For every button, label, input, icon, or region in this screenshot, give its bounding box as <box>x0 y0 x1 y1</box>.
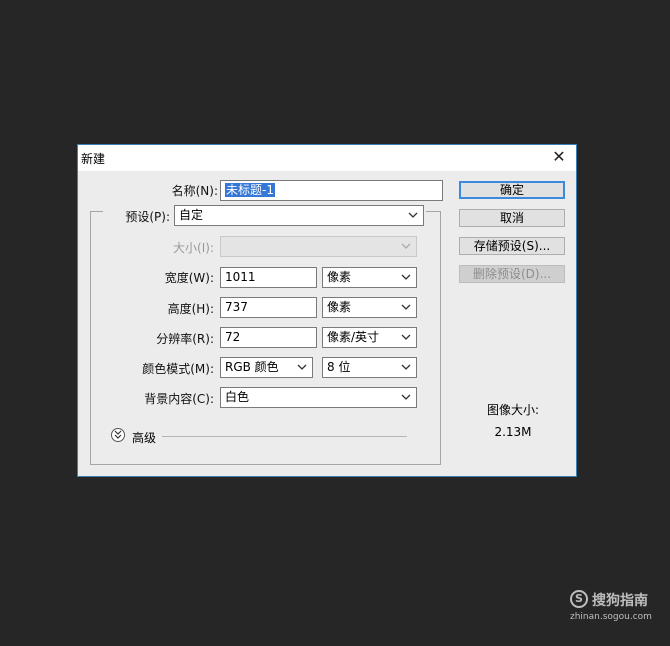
height-input[interactable]: 737 <box>220 297 317 318</box>
preset-select[interactable]: 自定 <box>174 205 424 226</box>
image-size-label: 图像大小: <box>486 403 540 417</box>
bit-depth-value: 8 位 <box>327 360 351 374</box>
dialog-title: 新建 <box>81 152 106 166</box>
height-label: 高度(H): <box>167 302 214 316</box>
background-value: 白色 <box>225 390 250 404</box>
groupbox-border-left <box>90 211 103 212</box>
advanced-divider <box>162 436 407 437</box>
chevron-down-icon <box>401 239 411 253</box>
bit-depth-select[interactable]: 8 位 <box>322 357 417 378</box>
chevron-down-icon <box>401 300 411 314</box>
width-unit-select[interactable]: 像素 <box>322 267 417 288</box>
name-input-value: 未标题-1 <box>225 183 275 197</box>
new-document-dialog: 新建 ✕ 名称(N): 未标题-1 预设(P): 自定 大小(I): 宽度(W)… <box>77 144 577 477</box>
chevron-down-icon <box>401 330 411 344</box>
delete-preset-button: 删除预设(D)... <box>459 265 565 283</box>
color-mode-value: RGB 颜色 <box>225 360 279 374</box>
dialog-titlebar: 新建 ✕ <box>78 145 576 171</box>
chevron-down-icon <box>408 208 418 222</box>
sogou-logo-icon: S <box>570 590 588 608</box>
color-mode-label: 颜色模式(M): <box>142 362 214 376</box>
resolution-unit-value: 像素/英寸 <box>327 330 380 344</box>
save-preset-button[interactable]: 存储预设(S)... <box>459 237 565 255</box>
ok-button[interactable]: 确定 <box>459 181 565 199</box>
height-unit-select[interactable]: 像素 <box>322 297 417 318</box>
preset-select-value: 自定 <box>179 208 204 222</box>
chevron-down-icon <box>297 360 307 374</box>
name-label: 名称(N): <box>171 184 218 198</box>
width-unit-value: 像素 <box>327 270 352 284</box>
preset-label: 预设(P): <box>125 210 170 224</box>
resolution-unit-select[interactable]: 像素/英寸 <box>322 327 417 348</box>
resolution-input[interactable]: 72 <box>220 327 317 348</box>
color-mode-select[interactable]: RGB 颜色 <box>220 357 313 378</box>
width-input[interactable]: 1011 <box>220 267 317 288</box>
name-input[interactable]: 未标题-1 <box>220 180 443 201</box>
size-select <box>220 236 417 257</box>
watermark-url: zhinan.sogou.com <box>570 612 652 622</box>
size-label: 大小(I): <box>173 241 214 255</box>
advanced-label[interactable]: 高级 <box>132 429 156 446</box>
close-icon[interactable]: ✕ <box>550 148 568 166</box>
chevron-down-icon <box>401 270 411 284</box>
chevron-down-icon <box>401 390 411 404</box>
background-select[interactable]: 白色 <box>220 387 417 408</box>
resolution-label: 分辨率(R): <box>156 332 214 346</box>
watermark-name: 搜狗指南 <box>592 593 648 609</box>
image-size-value: 2.13M <box>494 425 532 439</box>
cancel-button[interactable]: 取消 <box>459 209 565 227</box>
groupbox-border-right <box>426 211 441 212</box>
width-label: 宽度(W): <box>164 271 214 285</box>
chevron-down-icon <box>401 360 411 374</box>
advanced-expand-icon[interactable] <box>111 428 125 442</box>
background-label: 背景内容(C): <box>144 392 214 406</box>
height-unit-value: 像素 <box>327 300 352 314</box>
